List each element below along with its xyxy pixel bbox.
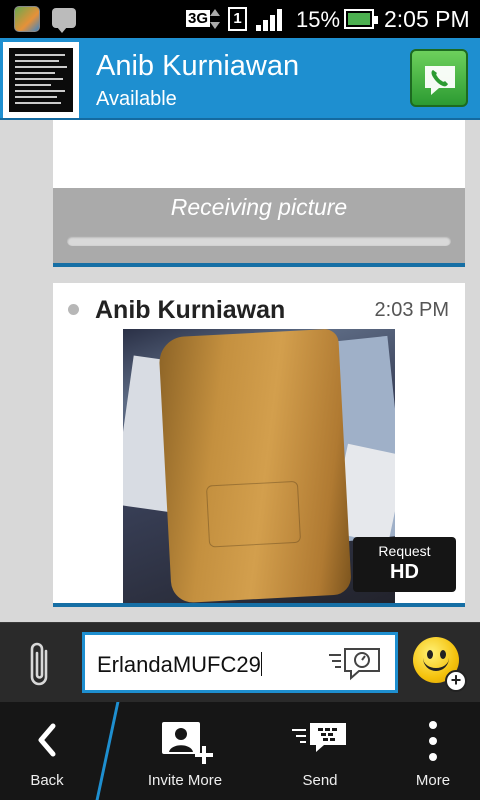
message-input[interactable]: ErlandaMUFC29 bbox=[82, 632, 398, 693]
contact-status: Available bbox=[96, 88, 177, 110]
data-activity-icon bbox=[210, 7, 220, 31]
app-notification-icon bbox=[14, 6, 40, 32]
transfer-progress-bar bbox=[67, 236, 451, 246]
battery-icon bbox=[344, 9, 378, 29]
battery-percent: 15% bbox=[296, 7, 341, 32]
add-icon: + bbox=[445, 670, 467, 692]
request-hd-button[interactable]: Request HD bbox=[353, 537, 456, 592]
invite-more-button[interactable]: Invite More bbox=[130, 702, 240, 800]
invite-contact-icon bbox=[162, 722, 213, 764]
receiving-status-text: Receiving picture bbox=[170, 194, 348, 220]
network-type: 3G bbox=[186, 10, 211, 27]
back-button[interactable]: Back bbox=[0, 702, 94, 800]
voice-call-button[interactable] bbox=[410, 49, 468, 107]
back-arrow-icon bbox=[38, 723, 56, 757]
paperclip-icon bbox=[30, 642, 48, 686]
attachment-button[interactable] bbox=[26, 639, 56, 694]
action-bar-divider bbox=[95, 702, 120, 800]
sim-indicator: 1 bbox=[228, 7, 247, 31]
clock: 2:05 PM bbox=[384, 6, 470, 32]
compose-bar: ErlandaMUFC29 + bbox=[0, 622, 480, 702]
voice-note-icon[interactable] bbox=[327, 645, 383, 681]
emoticon-button[interactable]: + bbox=[413, 637, 467, 692]
bottom-action-bar: Back Invite More Send More bbox=[0, 702, 480, 800]
chat-header: Anib Kurniawan Available bbox=[0, 38, 480, 120]
chat-area[interactable]: Receiving picture Anib Kurniawan 2:03 PM… bbox=[0, 120, 480, 622]
bbm-notification-icon bbox=[52, 8, 76, 33]
signal-icon bbox=[256, 9, 284, 31]
contact-name[interactable]: Anib Kurniawan bbox=[96, 50, 299, 83]
picture-message: Anib Kurniawan 2:03 PM Request HD bbox=[53, 283, 465, 607]
phone-chat-icon bbox=[425, 66, 455, 95]
status-bar: 3G 1 15% 2:05 PM bbox=[0, 0, 480, 38]
bbm-send-icon bbox=[292, 723, 346, 752]
contact-avatar[interactable] bbox=[3, 42, 79, 118]
message-sender: Anib Kurniawan bbox=[95, 296, 286, 324]
more-vertical-icon bbox=[429, 721, 437, 761]
message-time: 2:03 PM bbox=[374, 299, 449, 321]
more-button[interactable]: More bbox=[390, 702, 476, 800]
send-button[interactable]: Send bbox=[270, 702, 370, 800]
receiving-picture-card: Receiving picture bbox=[53, 120, 465, 267]
message-status-dot bbox=[68, 304, 79, 315]
